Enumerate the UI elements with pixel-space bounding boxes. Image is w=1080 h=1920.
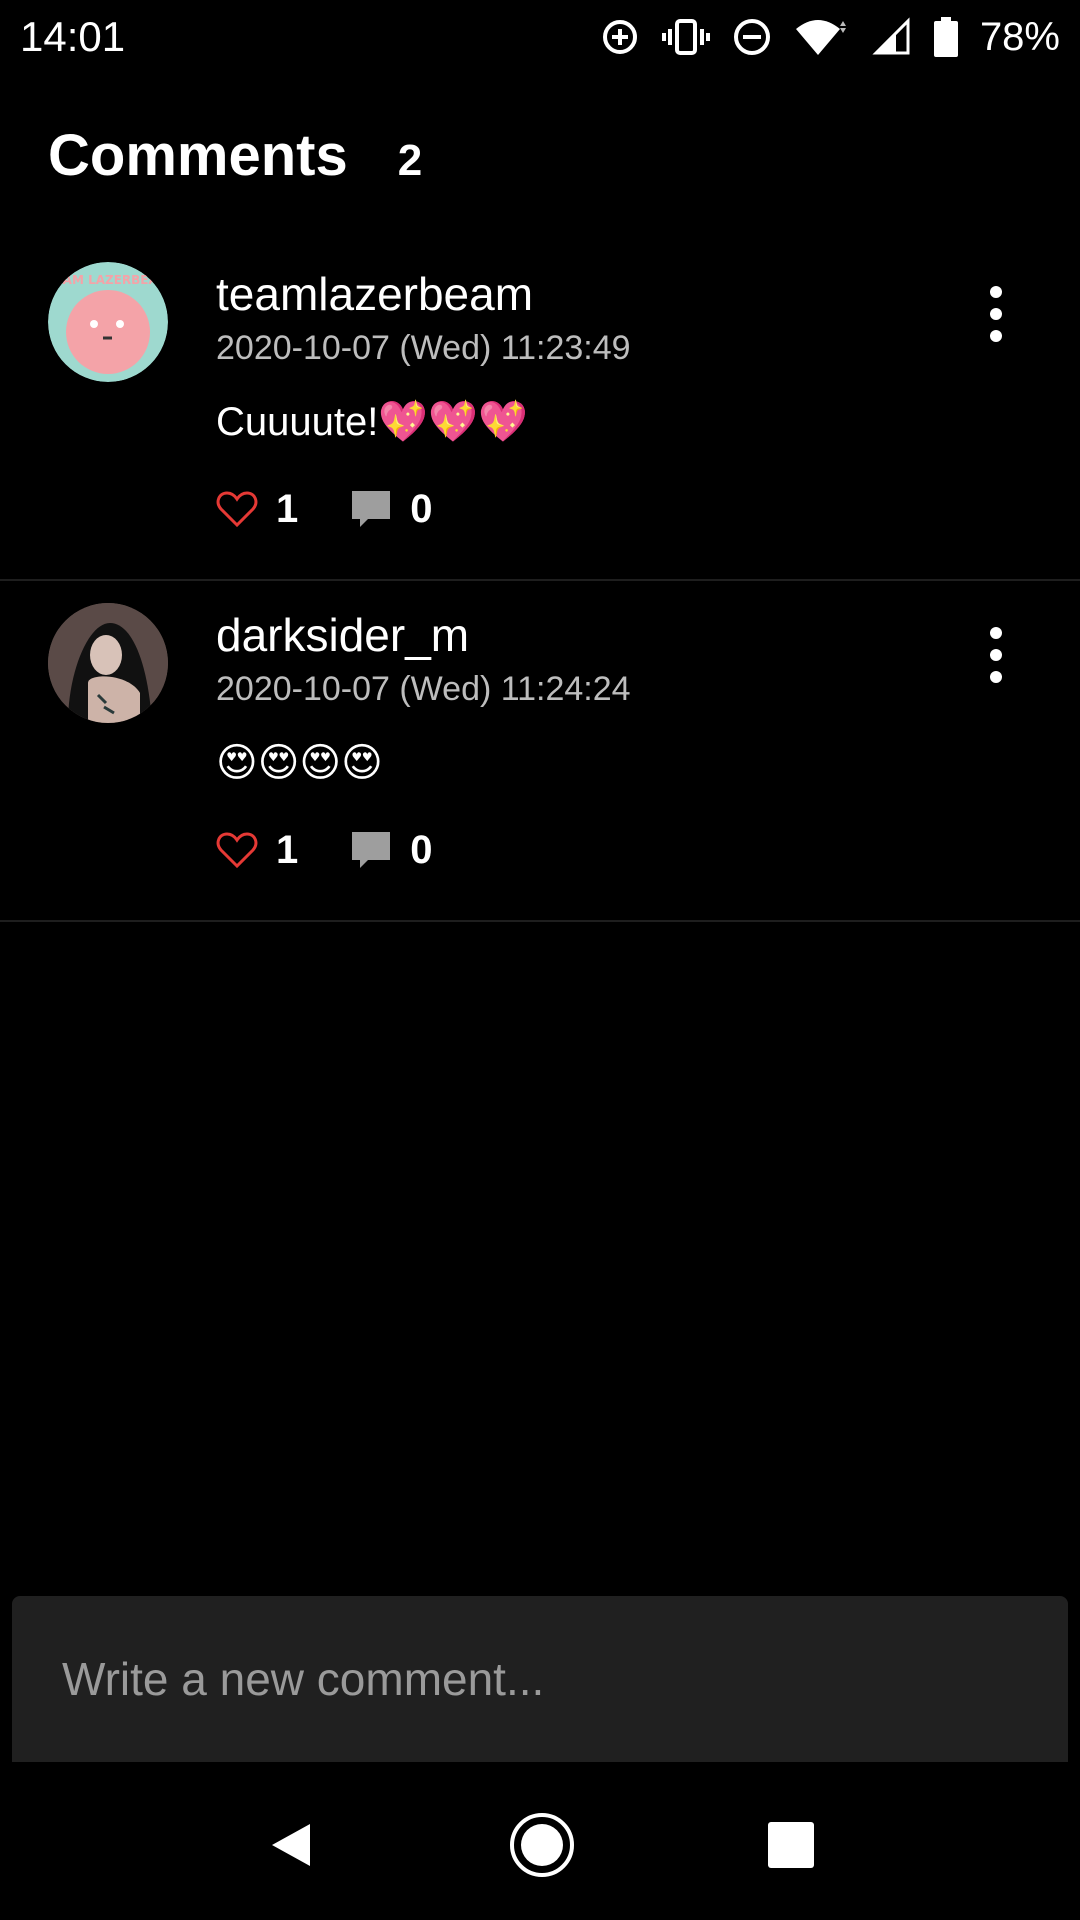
reply-button[interactable]: 0	[350, 486, 433, 532]
like-button[interactable]: 1	[216, 828, 298, 873]
comment-composer	[12, 1596, 1068, 1762]
avatar[interactable]	[48, 603, 168, 723]
reply-button[interactable]: 0	[350, 827, 433, 873]
like-count: 1	[276, 827, 299, 872]
avatar[interactable]: TEAM LAZERBEAM	[48, 262, 168, 382]
comment-username[interactable]: darksider_m	[216, 609, 960, 661]
comment-text: Cuuuute!💖💖💖	[216, 400, 528, 444]
comment-item: TEAM LAZERBEAM teamlazerbeam 2020-10-07 …	[0, 240, 1080, 581]
do-not-disturb-icon	[733, 19, 770, 55]
battery-percent: 78%	[979, 14, 1060, 59]
heart-icon	[216, 491, 258, 528]
avatar-logo-text: TEAM LAZERBEAM	[48, 273, 168, 287]
comment-timestamp: 2020-10-07 (Wed) 11:23:49	[216, 329, 631, 367]
comment-username[interactable]: teamlazerbeam	[216, 268, 960, 320]
reply-count: 0	[410, 827, 433, 872]
reply-bubble-icon	[352, 832, 391, 868]
screen: 14:01 78% Comments 2 TEAM LAZERBEAM team…	[0, 0, 1080, 1920]
navigation-bar	[0, 1770, 1080, 1920]
comments-header: Comments 2	[48, 122, 422, 189]
comment-body: darksider_m 2020-10-07 (Wed) 11:24:24 😍😍…	[216, 609, 960, 875]
status-time: 14:01	[20, 13, 126, 60]
recents-icon[interactable]	[768, 1822, 815, 1868]
more-vert-icon	[990, 627, 1002, 639]
heart-icon	[216, 832, 258, 869]
comment-timestamp: 2020-10-07 (Wed) 11:24:24	[216, 670, 631, 708]
status-icons: 78%	[600, 15, 1060, 60]
comment-actions: 1 0	[216, 825, 960, 875]
more-options-button[interactable]	[980, 286, 1012, 342]
new-comment-input[interactable]	[60, 1651, 1004, 1707]
comment-body: teamlazerbeam 2020-10-07 (Wed) 11:23:49 …	[216, 268, 960, 534]
status-bar: 14:01 78%	[0, 0, 1080, 74]
data-saver-icon	[602, 20, 637, 54]
reply-bubble-icon	[352, 491, 391, 527]
comment-count: 2	[397, 136, 423, 185]
more-options-button[interactable]	[980, 627, 1012, 683]
vibrate-icon	[661, 19, 710, 55]
reply-count: 0	[410, 486, 433, 531]
home-icon[interactable]	[507, 1810, 577, 1880]
comment-item: darksider_m 2020-10-07 (Wed) 11:24:24 😍😍…	[0, 581, 1080, 922]
wifi-icon	[795, 20, 846, 55]
like-button[interactable]: 1	[216, 487, 298, 532]
comment-list: TEAM LAZERBEAM teamlazerbeam 2020-10-07 …	[0, 240, 1080, 922]
comment-actions: 1 0	[216, 484, 960, 534]
more-vert-icon	[990, 286, 1002, 298]
comment-text: 😍😍😍😍	[216, 741, 383, 785]
cell-signal-icon	[872, 17, 910, 55]
battery-icon	[933, 17, 958, 57]
page-title: Comments	[48, 123, 348, 188]
like-count: 1	[276, 486, 299, 531]
back-icon[interactable]	[266, 1820, 316, 1870]
